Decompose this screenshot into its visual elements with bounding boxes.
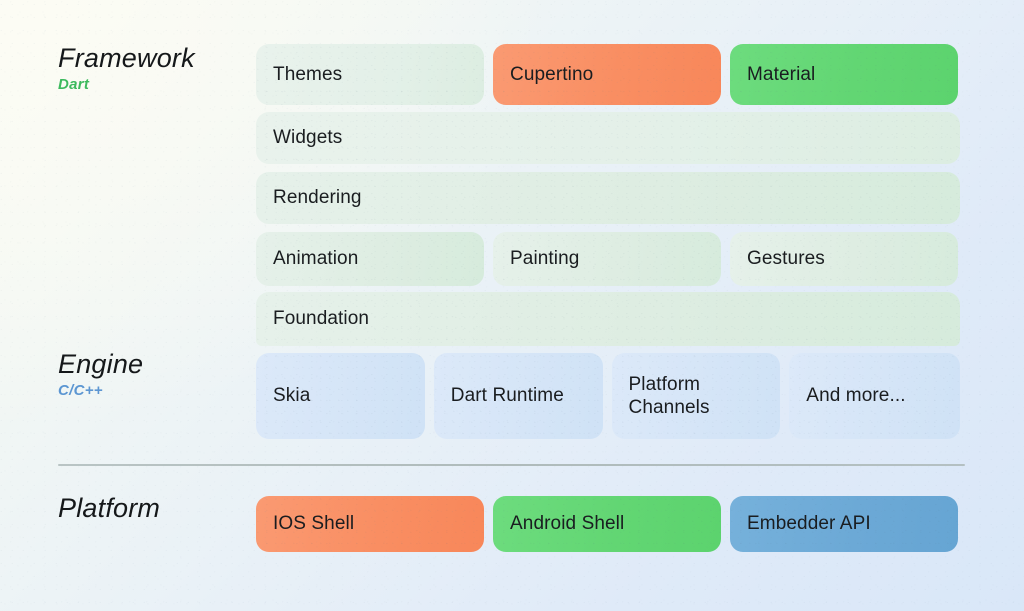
engine-row: Skia Dart Runtime Platform Channels And …: [256, 353, 961, 439]
row-label-framework-subtitle: Dart: [58, 76, 90, 94]
block-gestures[interactable]: Gestures: [730, 232, 958, 286]
row-label-engine-title: Engine: [58, 349, 144, 379]
block-skia-label: Skia: [273, 385, 311, 407]
block-cupertino[interactable]: Cupertino: [493, 44, 721, 105]
column-gap: [425, 353, 434, 439]
block-and-more[interactable]: And more...: [789, 353, 961, 439]
column-gap: [721, 496, 730, 552]
block-skia[interactable]: Skia: [256, 353, 425, 439]
column-gap: [603, 353, 612, 439]
block-dart-runtime-label: Dart Runtime: [450, 385, 564, 407]
block-rendering-label: Rendering: [273, 187, 362, 209]
row-label-engine-subtitle: C/C++: [58, 382, 103, 400]
column-gap: [780, 353, 789, 439]
row-label-framework-title: Framework: [58, 43, 195, 73]
block-gestures-label: Gestures: [747, 248, 825, 270]
block-android-shell[interactable]: Android Shell: [493, 496, 721, 552]
platform-row: IOS Shell Android Shell Embedder API: [256, 496, 960, 552]
block-cupertino-label: Cupertino: [510, 63, 594, 85]
block-material[interactable]: Material: [730, 44, 958, 105]
row-label-platform: Platform: [58, 493, 161, 523]
column-gap: [721, 44, 730, 105]
block-animation-label: Animation: [273, 248, 359, 270]
row-label-engine: Engine C/C++: [58, 349, 144, 400]
block-material-label: Material: [747, 63, 816, 85]
framework-row-widgets: Widgets: [256, 112, 960, 164]
column-gap: [484, 496, 493, 552]
block-rendering[interactable]: Rendering: [256, 172, 960, 224]
block-ios-shell[interactable]: IOS Shell: [256, 496, 484, 552]
column-gap: [721, 232, 730, 286]
block-platform-channels[interactable]: Platform Channels: [611, 353, 781, 439]
framework-row-themes: Themes Cupertino Material: [256, 44, 960, 105]
block-ios-shell-label: IOS Shell: [273, 513, 355, 535]
block-embedder-api[interactable]: Embedder API: [730, 496, 958, 552]
column-gap: [484, 232, 493, 286]
block-animation[interactable]: Animation: [256, 232, 484, 286]
flutter-architecture-diagram: Framework Dart Engine C/C++ Platform The…: [0, 0, 1024, 611]
block-widgets-label: Widgets: [273, 127, 343, 149]
block-foundation-label: Foundation: [273, 308, 370, 330]
block-painting[interactable]: Painting: [493, 232, 721, 286]
framework-row-rendering: Rendering: [256, 172, 960, 224]
block-painting-label: Painting: [510, 248, 580, 270]
block-and-more-label: And more...: [806, 385, 906, 407]
column-gap: [484, 44, 493, 105]
row-label-framework: Framework Dart: [58, 43, 195, 94]
block-dart-runtime[interactable]: Dart Runtime: [433, 353, 603, 439]
block-foundation[interactable]: Foundation: [256, 292, 960, 346]
block-themes[interactable]: Themes: [256, 44, 484, 105]
block-embedder-api-label: Embedder API: [747, 513, 871, 535]
block-android-shell-label: Android Shell: [510, 513, 625, 535]
section-divider: [58, 464, 965, 466]
block-widgets[interactable]: Widgets: [256, 112, 960, 164]
framework-row-animation: Animation Painting Gestures: [256, 232, 960, 286]
block-platform-channels-label: Platform Channels: [628, 373, 710, 418]
framework-row-foundation: Foundation: [256, 292, 960, 346]
block-themes-label: Themes: [273, 63, 343, 85]
row-label-platform-title: Platform: [58, 493, 161, 523]
